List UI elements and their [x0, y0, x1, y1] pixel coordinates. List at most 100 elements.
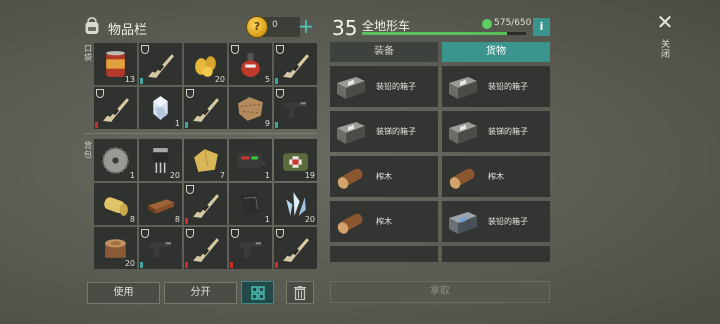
item-count: 1 [174, 119, 180, 128]
plank-icon [145, 189, 176, 219]
inventory-slot[interactable] [184, 183, 227, 225]
cargo-slot[interactable]: 榨木 [330, 156, 438, 197]
cargo-slot-empty[interactable] [330, 246, 438, 262]
log-icon [446, 161, 480, 193]
metal-sheet-icon [235, 189, 266, 219]
inventory-slot[interactable]: 7 [184, 139, 227, 181]
inventory-slot[interactable] [139, 43, 182, 85]
cargo-slot[interactable]: 装铅的箱子 [442, 201, 550, 242]
cloth-icon [190, 145, 221, 175]
pistol-icon [280, 93, 311, 123]
backpack-label: 背包 [84, 141, 92, 159]
trash-button[interactable] [286, 281, 314, 304]
section-divider [84, 133, 316, 134]
durability-marker [275, 262, 278, 268]
battery-kit-icon [235, 145, 266, 175]
capacity-bar [362, 32, 526, 35]
durability-marker [95, 122, 98, 128]
grid-sort-icon [250, 286, 265, 300]
inventory-slot[interactable]: 20 [94, 227, 137, 269]
durability-marker [185, 122, 188, 128]
log-icon [334, 206, 368, 238]
cargo-slot[interactable]: 装锑的箱子 [330, 111, 438, 152]
tab-cargo[interactable]: 货物 [442, 42, 550, 62]
inventory-slot[interactable] [274, 87, 317, 129]
inventory-slot[interactable]: 5 [229, 43, 272, 85]
inventory-slot[interactable] [139, 227, 182, 269]
item-count: 5 [264, 75, 270, 84]
cargo-slot[interactable]: 榨木 [442, 156, 550, 197]
split-button[interactable]: 分开 [164, 282, 237, 304]
rifle-icon [190, 233, 221, 263]
pockets-grid: 13 20 5 1 9 [94, 43, 317, 129]
item-count: 19 [304, 171, 315, 180]
add-coins-button[interactable]: + [295, 15, 317, 37]
durability-marker [275, 122, 278, 128]
inventory-slot[interactable]: 9 [229, 87, 272, 129]
crystal-icon [145, 93, 176, 123]
inventory-slot[interactable] [184, 87, 227, 129]
cargo-slot[interactable]: 装锑的箱子 [442, 111, 550, 152]
inventory-slot[interactable]: 13 [94, 43, 137, 85]
cargo-slot[interactable]: 装铅的箱子 [442, 66, 550, 107]
inventory-slot[interactable] [229, 227, 272, 269]
cargo-item-label: 榨木 [376, 172, 392, 181]
durability-marker [185, 262, 188, 268]
capacity-text: 575/650 [494, 18, 532, 28]
inventory-slot[interactable]: 20 [274, 183, 317, 225]
inventory-slot[interactable]: 20 [139, 139, 182, 181]
item-count: 13 [124, 75, 135, 84]
inventory-slot[interactable] [94, 87, 137, 129]
item-count: 8 [174, 215, 180, 224]
crate-icon [446, 71, 480, 103]
vehicle-level: 35 [332, 16, 358, 40]
inventory-slot[interactable]: 1 [94, 139, 137, 181]
leather-scrap-icon [235, 93, 266, 123]
sort-button[interactable] [241, 281, 274, 304]
durability-marker [275, 78, 278, 84]
use-button[interactable]: 使用 [87, 282, 160, 304]
inventory-slot[interactable] [184, 227, 227, 269]
rifle-icon [100, 93, 131, 123]
capacity-bar-fill [362, 32, 508, 35]
item-count: 20 [169, 171, 180, 180]
tab-equipment[interactable]: 装备 [330, 42, 438, 62]
cargo-item-label: 装铅的箱子 [488, 82, 528, 91]
crate-icon [446, 116, 480, 148]
backpack-icon [85, 17, 99, 34]
weight-icon [482, 19, 492, 29]
inventory-slot[interactable]: 19 [274, 139, 317, 181]
cargo-slot[interactable]: 榨木 [330, 201, 438, 242]
crate-icon [334, 71, 368, 103]
fabric-roll-icon [100, 189, 131, 219]
item-count: 20 [304, 215, 315, 224]
inventory-slot[interactable]: 8 [94, 183, 137, 225]
inventory-slot[interactable]: 8 [139, 183, 182, 225]
crate-icon [334, 116, 368, 148]
info-button[interactable]: i [533, 18, 550, 36]
item-count: 7 [219, 171, 225, 180]
gas-canister-icon [235, 49, 266, 79]
inventory-slot[interactable]: 1 [229, 139, 272, 181]
close-label[interactable]: 关闭 [661, 40, 670, 60]
inventory-slot[interactable]: 1 [139, 87, 182, 129]
pockets-label: 口袋 [84, 44, 92, 62]
cargo-slot[interactable]: 装铅的箱子 [330, 66, 438, 107]
inventory-title: 物品栏 [108, 23, 148, 38]
inventory-slot[interactable] [274, 43, 317, 85]
close-icon[interactable]: ✕ [656, 12, 674, 32]
item-count: 1 [129, 171, 135, 180]
inventory-slot[interactable]: 20 [184, 43, 227, 85]
cargo-slot-empty[interactable] [442, 246, 550, 262]
cargo-item-label: 装锑的箱子 [488, 127, 528, 136]
take-button[interactable]: 拿取 [330, 281, 550, 303]
durability-marker [140, 262, 143, 268]
inventory-slot[interactable] [274, 227, 317, 269]
item-count: 20 [124, 259, 135, 268]
item-count: 8 [129, 215, 135, 224]
item-count: 1 [264, 215, 270, 224]
cargo-item-label: 榨木 [488, 172, 504, 181]
rifle-icon [280, 233, 311, 263]
trash-icon [294, 286, 306, 301]
inventory-slot[interactable]: 1 [229, 183, 272, 225]
